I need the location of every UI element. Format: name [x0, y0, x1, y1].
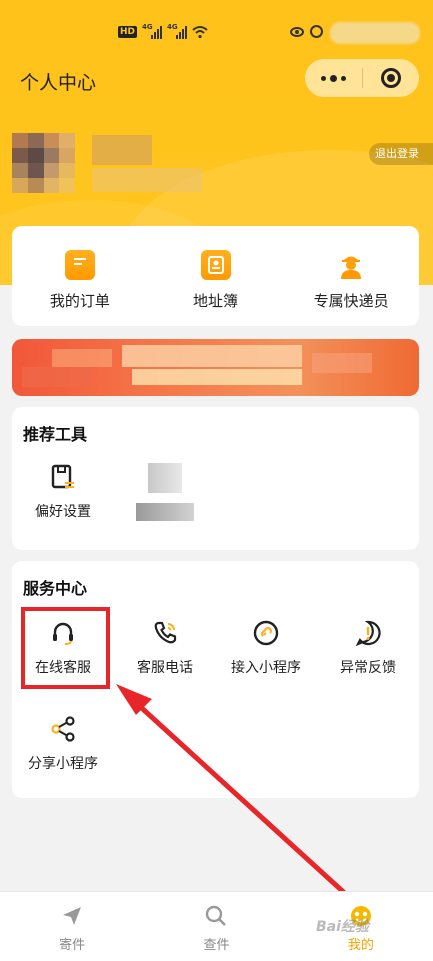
- more-icon[interactable]: [305, 74, 362, 82]
- blurred-label: [136, 503, 194, 521]
- address-book-icon: [200, 250, 231, 280]
- preference-icon: [51, 464, 74, 489]
- service-item-label: 异常反馈: [340, 660, 396, 676]
- tool-item-blurred[interactable]: [120, 463, 210, 521]
- logout-button[interactable]: 退出登录: [369, 143, 433, 165]
- wifi-icon: [192, 26, 208, 39]
- send-icon: [63, 907, 82, 925]
- signal-icon: [176, 25, 187, 39]
- service-item-label: 客服电话: [137, 660, 193, 676]
- service-item-hotline[interactable]: 客服电话: [115, 619, 215, 677]
- quick-item-label: 专属快递员: [313, 292, 389, 310]
- status-blurred: [330, 22, 420, 44]
- tab-label: 寄件: [59, 938, 86, 953]
- tab-label: 查件: [203, 938, 230, 953]
- order-icon: [64, 250, 95, 280]
- promo-banner[interactable]: [12, 339, 419, 396]
- status-bar: HD 4G 4G: [0, 22, 433, 44]
- share-icon: [51, 716, 75, 742]
- search-icon: [206, 905, 227, 926]
- tool-item-preferences[interactable]: 偏好设置: [18, 463, 108, 521]
- recommended-tools-card: 推荐工具 偏好设置: [12, 407, 419, 550]
- service-item-feedback[interactable]: 异常反馈: [318, 619, 418, 677]
- mini-program-capsule: [305, 59, 419, 97]
- service-item-connect-mini-program[interactable]: 接入小程序: [216, 619, 316, 677]
- signal-icon: [151, 25, 162, 39]
- quick-item-label: 地址簿: [193, 292, 239, 310]
- quick-item-label: 我的订单: [49, 292, 110, 310]
- tab-track[interactable]: 查件: [144, 892, 288, 961]
- quick-item-courier[interactable]: 专属快递员: [283, 226, 419, 326]
- hd-badge: HD: [118, 26, 138, 38]
- quick-item-address-book[interactable]: 地址簿: [148, 226, 284, 326]
- alert-icon: [355, 620, 381, 647]
- service-item-label: 接入小程序: [231, 660, 301, 676]
- link-icon: [253, 620, 279, 646]
- username-blurred: [92, 135, 152, 165]
- alarm-icon: [310, 25, 323, 38]
- tool-item-label: 偏好设置: [35, 504, 91, 520]
- blurred-icon: [148, 463, 182, 493]
- service-item-label: 分享小程序: [28, 756, 98, 772]
- service-item-share[interactable]: 分享小程序: [13, 715, 113, 773]
- userinfo-blurred: [92, 168, 202, 192]
- quick-item-orders[interactable]: 我的订单: [12, 226, 148, 326]
- tab-send[interactable]: 寄件: [0, 892, 144, 961]
- page-title: 个人中心: [20, 72, 97, 94]
- courier-icon: [336, 250, 366, 280]
- quick-actions-card: 我的订单 地址簿 专属快递员: [12, 226, 419, 326]
- phone-icon: [154, 621, 177, 644]
- avatar[interactable]: [12, 133, 75, 193]
- tab-label: 我的: [347, 938, 374, 953]
- close-target-icon[interactable]: [363, 68, 419, 88]
- annotation-highlight-box: [21, 607, 110, 689]
- section-title: 推荐工具: [23, 425, 88, 444]
- eye-icon: [290, 27, 304, 37]
- section-title: 服务中心: [23, 579, 88, 598]
- watermark: Bai经验: [316, 919, 369, 935]
